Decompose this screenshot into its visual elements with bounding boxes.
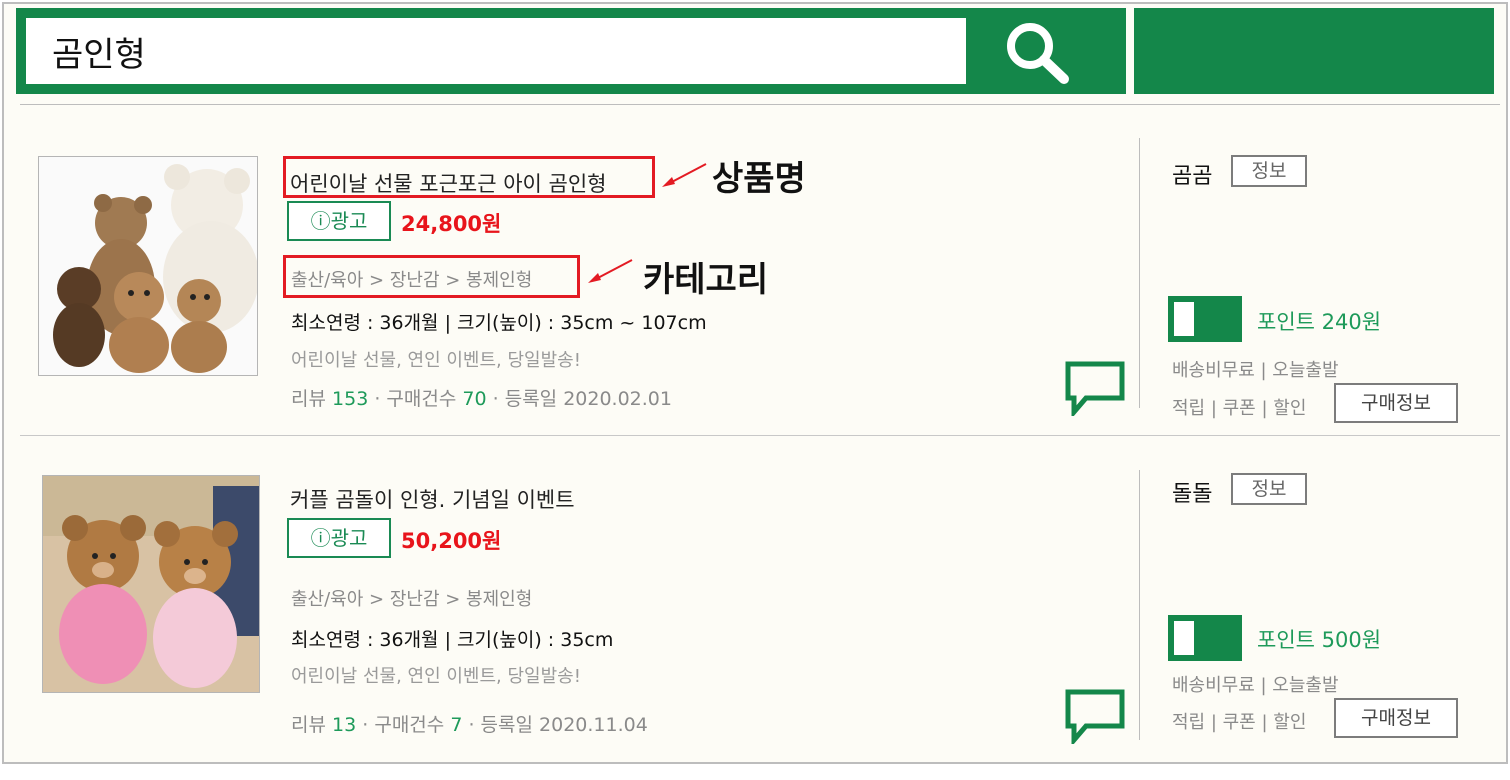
annotation-category: 카테고리: [643, 260, 769, 300]
toggle-knob: [1174, 621, 1194, 655]
separator-dot: ·: [362, 714, 369, 736]
separator-dot: ·: [468, 714, 475, 736]
purchase-info-button[interactable]: 구매정보: [1334, 383, 1458, 423]
product-description: 어린이날 선물, 연인 이벤트, 당일발송!: [291, 350, 581, 371]
review-label: 리뷰: [291, 714, 326, 736]
product-name-highlight: [283, 156, 655, 198]
chat-icon[interactable]: [1064, 688, 1126, 744]
category-highlight: [283, 255, 580, 298]
benefits-info: 적립 | 쿠폰 | 할인: [1172, 398, 1307, 419]
purchase-count: 7: [450, 714, 463, 736]
point-toggle[interactable]: [1168, 615, 1242, 661]
annotation-arrow-icon: [588, 259, 633, 283]
product-name[interactable]: 커플 곰돌이 인형. 기념일 이벤트: [290, 484, 575, 514]
separator-dot: ·: [492, 388, 499, 410]
ad-badge[interactable]: ⓘ광고: [287, 518, 391, 558]
purchase-info-button[interactable]: 구매정보: [1334, 698, 1458, 738]
chat-icon[interactable]: [1064, 360, 1126, 416]
product-stats: 리뷰 13 · 구매건수 7 · 등록일 2020.11.04: [291, 710, 648, 737]
purchase-count: 70: [462, 388, 487, 410]
purchase-label: 구매건수: [386, 388, 457, 410]
annotation-product-name: 상품명: [712, 159, 806, 199]
purchase-label: 구매건수: [374, 714, 445, 736]
seller-name[interactable]: 돌돌: [1172, 476, 1212, 508]
product-image[interactable]: [42, 475, 260, 693]
review-count[interactable]: 13: [332, 714, 356, 736]
couple-bears-photo: [43, 476, 259, 692]
shipping-info: 배송비무료 | 오늘출발: [1172, 360, 1339, 381]
product-price: 50,200원: [401, 529, 502, 553]
product-category[interactable]: 출산/육아 > 장난감 > 봉제인형: [291, 585, 532, 611]
review-count[interactable]: 153: [332, 388, 368, 410]
review-label: 리뷰: [291, 388, 326, 410]
registration-date: 등록일 2020.02.01: [504, 388, 672, 410]
annotation-arrow-icon: [662, 163, 707, 187]
product-description: 어린이날 선물, 연인 이벤트, 당일발송!: [291, 666, 581, 687]
product-spec: 최소연령 : 36개월 | 크기(높이) : 35cm: [291, 629, 614, 651]
product-stats: 리뷰 153 · 구매건수 70 · 등록일 2020.02.01: [291, 384, 672, 411]
divider: [20, 435, 1500, 436]
shipping-info: 배송비무료 | 오늘출발: [1172, 675, 1339, 696]
registration-date: 등록일 2020.11.04: [480, 714, 648, 736]
column-divider: [1139, 470, 1140, 740]
separator-dot: ·: [374, 388, 381, 410]
benefits-info: 적립 | 쿠폰 | 할인: [1172, 712, 1307, 733]
point-amount: 포인트 500원: [1257, 628, 1382, 652]
seller-info-button[interactable]: 정보: [1231, 473, 1307, 505]
